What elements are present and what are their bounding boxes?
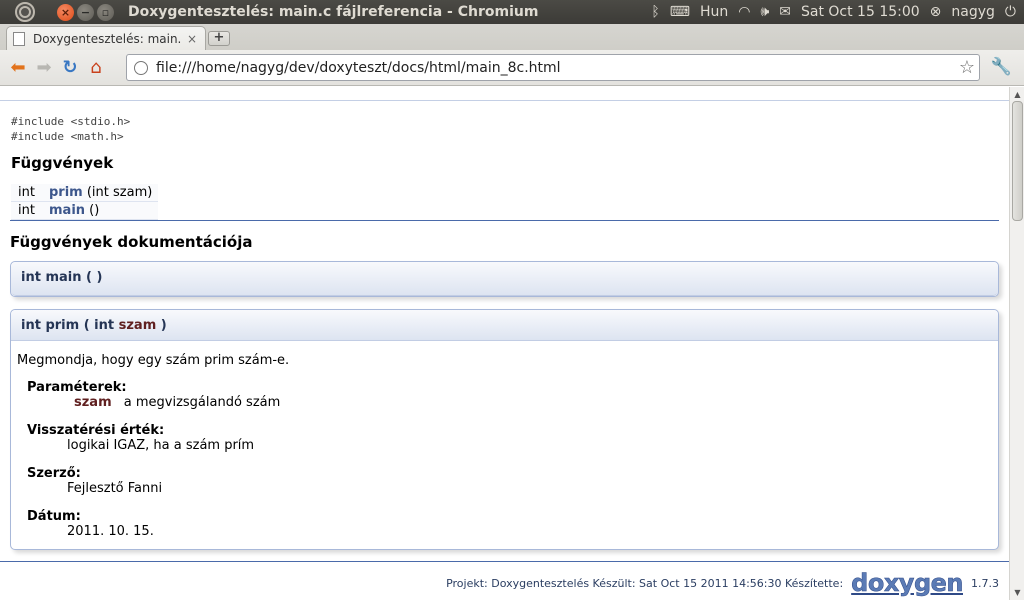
back-arrow-icon[interactable]: ⬅ <box>5 55 31 81</box>
function-signature: main () <box>43 201 159 220</box>
return-type: int <box>11 201 43 220</box>
author-title: Szerző: <box>27 466 81 481</box>
footer-divider <box>0 561 1009 562</box>
power-icon[interactable]: ⏻ <box>1005 4 1016 20</box>
function-signature: prim (int szam) <box>43 184 159 202</box>
function-args: () <box>89 203 100 218</box>
section-divider <box>10 220 999 221</box>
address-bar[interactable]: file:///home/nagyg/dev/doxyteszt/docs/ht… <box>126 54 980 81</box>
brief-description: Megmondja, hogy egy szám prim szám-e. <box>17 353 290 368</box>
function-prototype: int prim ( int szam ) <box>11 310 998 341</box>
function-doc-main: int main ( ) <box>10 261 999 297</box>
keyboard-icon[interactable]: ⌨ <box>670 4 690 20</box>
wifi-icon[interactable]: ◠ <box>738 4 750 20</box>
function-description: Megmondja, hogy egy szám prim szám-e. Pa… <box>11 341 998 564</box>
include-line: #include <stdio.h> <box>11 115 131 128</box>
footer: Projekt: Doxygentesztelés Készült: Sat O… <box>446 571 999 596</box>
prototype-end: ) <box>160 318 167 333</box>
functions-heading: Függvények <box>11 154 114 172</box>
author-value: Fejlesztő Fanni <box>67 481 163 496</box>
system-tray: ᛒ ⌨ Hun ◠ 🕪 ✉ Sat Oct 15 15:00 ⊗ nagyg ⏻ <box>651 0 1016 24</box>
browser-toolbar: ⬅ ➡ ↻ ⌂ file:///home/nagyg/dev/doxyteszt… <box>0 50 1024 86</box>
user-status-icon[interactable]: ⊗ <box>930 4 942 20</box>
function-prototype: int main ( ) <box>11 262 998 296</box>
reload-icon[interactable]: ↻ <box>57 55 83 81</box>
page-info-icon[interactable] <box>134 60 148 75</box>
tab-main-c[interactable]: Doxygentesztelés: main.c × <box>6 26 206 50</box>
return-type: int <box>11 184 43 202</box>
function-doc-prim: int prim ( int szam ) Megmondja, hogy eg… <box>10 309 999 550</box>
function-link-main[interactable]: main <box>49 203 85 218</box>
volume-icon[interactable]: 🕪 <box>760 4 769 20</box>
table-row: int main () <box>11 201 159 220</box>
page-content: #include <stdio.h> #include <math.h> Füg… <box>0 87 1009 600</box>
doxygen-version: 1.7.3 <box>971 576 999 590</box>
date-value: 2011. 10. 15. <box>67 524 154 539</box>
params-title: Paraméterek: <box>27 380 127 395</box>
scroll-down-arrow-icon[interactable]: ▼ <box>1012 587 1023 598</box>
param-row: szam a megvizsgálandó szám <box>74 395 992 410</box>
tab-strip: Doxygentesztelés: main.c × + <box>0 24 1024 50</box>
footer-text: Projekt: Doxygentesztelés Készült: Sat O… <box>446 576 844 590</box>
function-summary-table: int prim (int szam) int main () <box>11 184 159 220</box>
title-bar: × − ▫ Doxygentesztelés: main.c fájlrefer… <box>0 0 1024 24</box>
param-description: a megvizsgálandó szám <box>123 395 281 410</box>
function-link-prim[interactable]: prim <box>49 185 83 200</box>
scrollbar-thumb[interactable] <box>1012 101 1023 221</box>
ubuntu-logo-icon[interactable] <box>15 2 35 22</box>
forward-arrow-icon[interactable]: ➡ <box>31 55 57 81</box>
tab-label: Doxygentesztelés: main.c <box>33 31 181 46</box>
maximize-window-button[interactable]: ▫ <box>97 3 114 21</box>
date-title: Dátum: <box>27 509 81 524</box>
clock[interactable]: Sat Oct 15 15:00 <box>801 4 920 20</box>
return-description: logikai IGAZ, ha a szám prím <box>67 438 255 453</box>
table-row: int prim (int szam) <box>11 184 159 202</box>
tab-close-icon[interactable]: × <box>187 32 197 46</box>
prototype-param: szam <box>118 318 157 333</box>
header-divider <box>0 100 1009 101</box>
vertical-scrollbar[interactable]: ▲ ▼ <box>1009 87 1024 600</box>
minimize-window-button[interactable]: − <box>77 3 94 21</box>
include-line: #include <math.h> <box>11 130 124 143</box>
docs-heading: Függvények dokumentációja <box>10 233 253 251</box>
user-name[interactable]: nagyg <box>951 4 995 20</box>
bluetooth-icon[interactable]: ᛒ <box>651 4 659 20</box>
bookmark-star-icon[interactable]: ☆ <box>959 57 975 78</box>
window-controls: × − ▫ <box>57 3 114 21</box>
function-args: (int szam) <box>86 185 153 200</box>
home-icon[interactable]: ⌂ <box>83 55 109 81</box>
return-title: Visszatérési érték: <box>27 423 165 438</box>
new-tab-button[interactable]: + <box>208 31 230 46</box>
page-favicon-icon <box>13 31 25 46</box>
url-text[interactable]: file:///home/nagyg/dev/doxyteszt/docs/ht… <box>156 60 561 76</box>
doxygen-logo[interactable]: doxygen <box>851 571 964 596</box>
scroll-up-arrow-icon[interactable]: ▲ <box>1012 89 1023 100</box>
window-title: Doxygentesztelés: main.c fájlreferencia … <box>128 4 539 20</box>
close-window-button[interactable]: × <box>57 3 74 21</box>
param-name: szam <box>74 395 112 410</box>
wrench-menu-icon[interactable]: 🔧 <box>991 57 1012 77</box>
keyboard-layout-indicator[interactable]: Hun <box>700 4 728 20</box>
mail-icon[interactable]: ✉ <box>779 4 791 20</box>
prototype-start: int prim ( int <box>21 318 115 333</box>
